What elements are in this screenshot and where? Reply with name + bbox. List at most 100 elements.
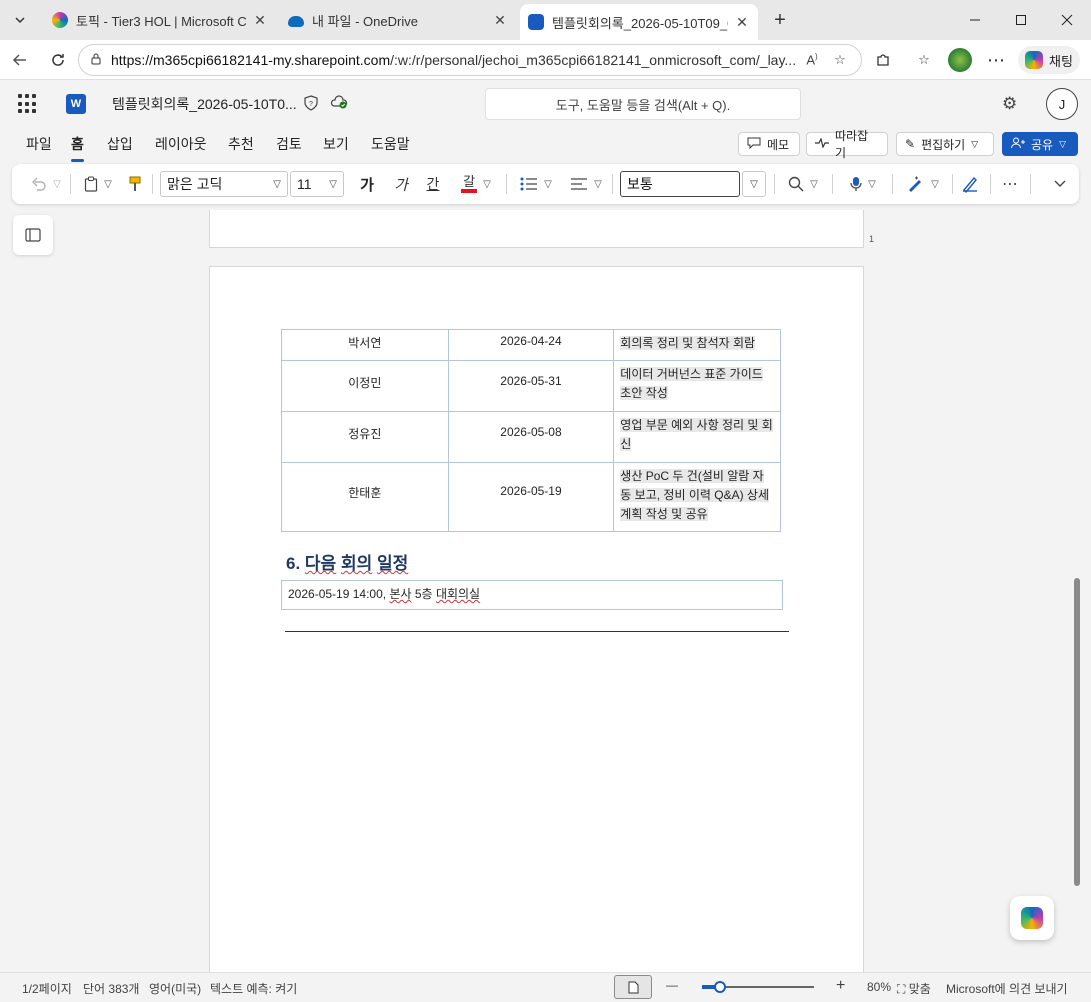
- style-gallery-chevron-icon[interactable]: ▽: [742, 171, 766, 197]
- close-tab-icon[interactable]: ✕: [252, 12, 268, 29]
- expand-ribbon-chevron-icon[interactable]: [1050, 172, 1070, 196]
- address-bar[interactable]: https://m365cpi66182141-my.sharepoint.co…: [78, 44, 862, 76]
- editing-mode-dropdown[interactable]: ✎ 편집하기 ▽: [896, 132, 994, 156]
- assignee-cell[interactable]: 이정민: [281, 360, 449, 412]
- underline-button[interactable]: 간: [422, 172, 444, 196]
- action-items-table[interactable]: 박서연 2026-04-24 회의록 정리 및 참석자 회람 이정민 2026-…: [281, 329, 781, 532]
- url-text[interactable]: https://m365cpi66182141-my.sharepoint.co…: [111, 52, 795, 68]
- document-title[interactable]: 템플릿회의록_2026-05-10T0...: [112, 94, 297, 114]
- navigation-pane-icon[interactable]: [13, 215, 53, 255]
- page-1-bottom[interactable]: [209, 210, 864, 248]
- assignee-cell[interactable]: 한태훈: [281, 462, 449, 532]
- page-2[interactable]: 박서연 2026-04-24 회의록 정리 및 참석자 회람 이정민 2026-…: [209, 266, 864, 972]
- comments-button[interactable]: 메모: [738, 132, 800, 156]
- close-tab-icon[interactable]: ✕: [492, 12, 508, 29]
- zoom-in-button[interactable]: +: [836, 977, 845, 995]
- close-tab-icon[interactable]: ✕: [734, 14, 750, 31]
- tab-view[interactable]: 보기: [323, 134, 349, 154]
- page-count[interactable]: 1/2페이지: [22, 980, 72, 997]
- font-size-dropdown[interactable]: 11 ▽: [290, 171, 344, 197]
- minimize-icon[interactable]: [952, 0, 998, 40]
- extensions-puzzle-icon[interactable]: [869, 46, 897, 74]
- paste-button[interactable]: ▽: [78, 172, 118, 196]
- close-window-icon[interactable]: [1044, 0, 1090, 40]
- due-date-cell[interactable]: 2026-05-19: [447, 462, 615, 532]
- document-canvas[interactable]: 1 박서연 2026-04-24 회의록 정리 및 참석자 회람 이정민 202…: [0, 210, 1091, 972]
- profile-avatar-icon[interactable]: [946, 46, 974, 74]
- find-search-button[interactable]: ▽: [782, 172, 824, 196]
- zoom-level[interactable]: 80%: [867, 980, 891, 994]
- more-options-icon[interactable]: ⋯: [982, 46, 1010, 74]
- font-color-button[interactable]: 갈 ▽: [454, 172, 498, 196]
- copilot-chat-button[interactable]: 채팅: [1018, 46, 1080, 74]
- copilot-favicon-icon: [52, 12, 68, 28]
- tab-layout[interactable]: 레이아웃: [155, 134, 207, 154]
- due-date-cell[interactable]: 2026-05-31: [447, 360, 615, 412]
- task-cell[interactable]: 회의록 정리 및 참석자 회람: [613, 329, 781, 361]
- maximize-icon[interactable]: [998, 0, 1044, 40]
- italic-button[interactable]: 가: [390, 172, 412, 196]
- print-layout-view-button[interactable]: [614, 975, 652, 999]
- bullets-button[interactable]: ▽: [516, 172, 556, 196]
- style-box[interactable]: 보통: [620, 171, 740, 197]
- assignee-cell[interactable]: 박서연: [281, 329, 449, 361]
- task-cell[interactable]: 데이터 거버넌스 표준 가이드 초안 작성: [613, 360, 781, 412]
- section-heading-next-meeting[interactable]: 6. 다음 회의 일정: [286, 549, 408, 574]
- new-tab-plus-icon[interactable]: +: [766, 6, 794, 34]
- tab-help[interactable]: 도움말: [371, 134, 410, 154]
- read-aloud-icon[interactable]: A): [801, 52, 823, 67]
- user-avatar[interactable]: J: [1046, 88, 1078, 120]
- favorite-star-icon[interactable]: ☆: [829, 52, 851, 68]
- task-cell[interactable]: 영업 부문 예외 사항 정리 및 회신: [613, 411, 781, 463]
- dictate-button[interactable]: ▽: [842, 172, 884, 196]
- word-count[interactable]: 단어 383개: [83, 980, 139, 997]
- table-row[interactable]: 한태훈 2026-05-19 생산 PoC 두 건(설비 알람 자동 보고, 정…: [281, 462, 781, 532]
- zoom-slider-thumb[interactable]: [713, 981, 726, 993]
- tab-file[interactable]: 파일: [26, 134, 52, 154]
- page-number: 1: [869, 234, 875, 244]
- undo-button[interactable]: ▽: [26, 172, 66, 196]
- editor-proofing-button[interactable]: ▽: [902, 172, 944, 196]
- browser-tab-copilot[interactable]: 토픽 - Tier3 HOL | Microsoft Copilo ✕: [44, 6, 276, 34]
- text-prediction[interactable]: 텍스트 예측: 켜기: [210, 980, 297, 997]
- saved-cloud-check-icon[interactable]: [330, 95, 348, 112]
- settings-gear-icon[interactable]: ⚙: [1002, 94, 1017, 114]
- scrollbar-thumb[interactable]: [1074, 578, 1080, 886]
- more-commands-icon[interactable]: ⋯: [998, 172, 1022, 196]
- favorites-list-icon[interactable]: ☆: [910, 46, 938, 74]
- due-date-cell[interactable]: 2026-04-24: [447, 329, 615, 361]
- browser-tab-word-active[interactable]: 템플릿회의록_2026-05-10T09_03_ ✕: [520, 4, 758, 40]
- task-cell[interactable]: 생산 PoC 두 건(설비 알람 자동 보고, 정비 이력 Q&A) 상세 계획…: [613, 462, 781, 532]
- fit-button[interactable]: ⛶ 맞춤: [897, 980, 931, 997]
- tab-list-chevron-icon[interactable]: [6, 6, 34, 34]
- share-button[interactable]: 공유 ▽: [1002, 132, 1078, 156]
- format-painter-icon[interactable]: [124, 172, 146, 196]
- tab-review[interactable]: 검토: [276, 134, 302, 154]
- next-meeting-box[interactable]: 2026-05-19 14:00, 본사 5층 대회의실: [281, 580, 783, 610]
- copilot-floating-button[interactable]: [1010, 896, 1054, 940]
- table-row[interactable]: 정유진 2026-05-08 영업 부문 예외 사항 정리 및 회신: [281, 411, 781, 463]
- table-row[interactable]: 이정민 2026-05-31 데이터 거버넌스 표준 가이드 초안 작성: [281, 360, 781, 412]
- lock-icon[interactable]: [89, 52, 103, 69]
- back-arrow-icon[interactable]: [6, 46, 34, 74]
- language[interactable]: 영어(미국): [149, 980, 201, 997]
- tab-recommended[interactable]: 추천: [228, 134, 254, 154]
- tab-insert[interactable]: 삽입: [107, 134, 133, 154]
- due-date-cell[interactable]: 2026-05-08: [447, 411, 615, 463]
- sensitivity-shield-icon[interactable]: ?: [304, 95, 318, 114]
- assignee-cell[interactable]: 정유진: [281, 411, 449, 463]
- app-launcher-waffle-icon[interactable]: [18, 94, 38, 114]
- alignment-button[interactable]: ▽: [566, 172, 606, 196]
- bold-button[interactable]: 가: [356, 172, 378, 196]
- browser-tab-onedrive[interactable]: 내 파일 - OneDrive ✕: [280, 6, 516, 34]
- zoom-out-button[interactable]: —: [666, 978, 678, 992]
- designer-pen-icon[interactable]: [958, 172, 982, 196]
- search-box[interactable]: 도구, 도움말 등을 검색(Alt + Q).: [485, 88, 801, 120]
- table-row[interactable]: 박서연 2026-04-24 회의록 정리 및 참석자 회람: [281, 329, 781, 361]
- catch-up-button[interactable]: 따라잡기: [806, 129, 888, 160]
- feedback-link[interactable]: Microsoft에 의견 보내기: [946, 980, 1068, 997]
- share-people-icon: [1011, 137, 1025, 152]
- font-name-dropdown[interactable]: 맑은 고딕 ▽: [160, 171, 288, 197]
- tab-home[interactable]: 홈: [71, 134, 84, 162]
- refresh-icon[interactable]: [44, 46, 72, 74]
